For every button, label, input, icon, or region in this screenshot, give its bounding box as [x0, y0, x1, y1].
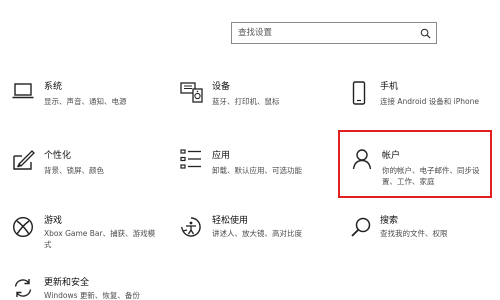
- tile-phone[interactable]: 手机 连接 Android 设备和 iPhone: [346, 76, 494, 116]
- tile-personalization[interactable]: 个性化 背景、锁屏、颜色: [8, 144, 158, 184]
- tile-title: 个性化: [44, 151, 72, 161]
- tile-gaming[interactable]: 游戏 Xbox Game Bar、捕获、游戏模式: [8, 212, 158, 252]
- tile-search[interactable]: 搜索 查找我的文件、权限: [346, 212, 494, 252]
- tile-title: 搜索: [380, 216, 399, 226]
- keyboard-speaker-icon: [180, 81, 204, 107]
- tile-ease-of-access[interactable]: 轻松使用 讲述人、放大镜、高对比度: [176, 212, 326, 252]
- tile-accounts[interactable]: 帐户 你的帐户、电子邮件、同步设置、工作、家庭: [338, 130, 492, 198]
- search-input[interactable]: [232, 24, 418, 42]
- ease-of-access-icon: [180, 216, 202, 242]
- tile-title: 设备: [212, 82, 231, 92]
- tile-title: 游戏: [44, 216, 63, 226]
- tile-description: Xbox Game Bar、捕获、游戏模式: [44, 229, 156, 249]
- tile-description: 查找我的文件、权限: [380, 229, 448, 238]
- tile-apps[interactable]: 应用 卸载、默认应用、可选功能: [176, 144, 326, 184]
- tile-description: 讲述人、放大镜、高对比度: [212, 229, 302, 238]
- apps-list-icon: [180, 148, 202, 174]
- tile-update-security[interactable]: 更新和安全 Windows 更新、恢复、备份: [8, 274, 158, 300]
- tile-description: 背景、锁屏、颜色: [44, 166, 104, 175]
- tile-title: 系统: [44, 82, 63, 92]
- xbox-icon: [12, 216, 34, 242]
- sync-arrows-icon: [12, 277, 34, 300]
- search-icon[interactable]: [418, 26, 432, 40]
- person-icon: [352, 148, 372, 174]
- tile-devices[interactable]: 设备 蓝牙、打印机、鼠标: [176, 76, 326, 116]
- tile-description: 蓝牙、打印机、鼠标: [212, 97, 280, 106]
- paint-brush-icon: [12, 149, 36, 175]
- tile-title: 更新和安全: [44, 278, 90, 288]
- tile-title: 轻松使用: [212, 216, 249, 226]
- tile-description: 连接 Android 设备和 iPhone: [380, 97, 479, 106]
- tile-description: 显示、声音、通知、电源: [44, 97, 127, 106]
- tile-system[interactable]: 系统 显示、声音、通知、电源: [8, 76, 158, 116]
- tile-description: Windows 更新、恢复、备份: [44, 291, 140, 300]
- phone-icon: [352, 81, 366, 109]
- tile-description: 卸载、默认应用、可选功能: [212, 166, 302, 175]
- tile-title: 手机: [380, 82, 399, 92]
- tile-title: 帐户: [382, 151, 401, 161]
- tile-title: 应用: [212, 151, 231, 161]
- magnifier-icon: [350, 216, 372, 242]
- search-box[interactable]: [231, 22, 437, 44]
- laptop-icon: [12, 82, 34, 104]
- tile-description: 你的帐户、电子邮件、同步设置、工作、家庭: [382, 166, 480, 186]
